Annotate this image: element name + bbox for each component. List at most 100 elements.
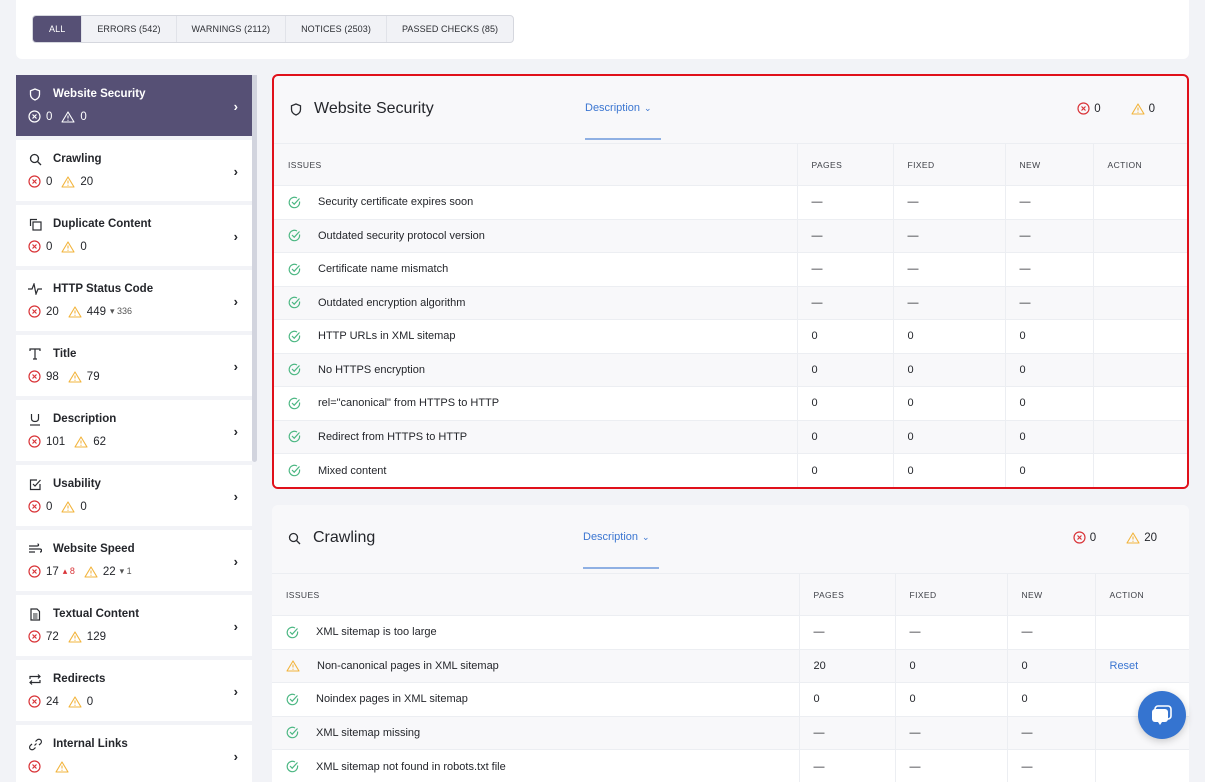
issue-row[interactable]: No HTTPS encryption 0 0 0	[274, 352, 1187, 387]
warning-count	[55, 760, 74, 773]
warning-delta: ▾ 1	[119, 566, 132, 576]
issue-label[interactable]: Outdated security protocol version	[318, 230, 485, 242]
filter-tab-errors[interactable]: ERRORS (542)	[81, 16, 175, 42]
issue-row[interactable]: Certificate name mismatch — — —	[274, 252, 1187, 286]
sidebar-item-duplicate-content[interactable]: Duplicate Content 0 0 ›	[16, 205, 252, 266]
duplicate-icon	[28, 217, 42, 231]
col-fixed[interactable]: FIXED	[892, 143, 1005, 186]
reset-link[interactable]: Reset	[1110, 660, 1139, 672]
issue-row[interactable]: Outdated security protocol version — — —	[274, 218, 1187, 253]
warning-count: 0	[1131, 102, 1155, 115]
warning-count: 0	[61, 240, 87, 253]
issue-row[interactable]: Outdated encryption algorithm — — —	[274, 285, 1187, 320]
issue-label[interactable]: Security certificate expires soon	[318, 196, 473, 208]
sidebar-scrollbar[interactable]	[252, 75, 257, 462]
crawling-panel: Crawling Description ⌄ 0 20 ISSUES PAGES …	[272, 505, 1189, 782]
description-tab[interactable]: Description ⌄	[585, 102, 661, 140]
col-pages[interactable]: PAGES	[798, 573, 895, 616]
error-icon	[1077, 102, 1090, 115]
filter-tab-warnings[interactable]: WARNINGS (2112)	[175, 16, 286, 42]
issue-row[interactable]: Redirect from HTTPS to HTTP 0 0 0	[274, 419, 1187, 454]
fixed-cell: —	[892, 285, 1005, 320]
pages-cell: —	[798, 615, 895, 649]
issue-row[interactable]: Non-canonical pages in XML sitemap 20 0 …	[272, 648, 1189, 683]
panel-header: Crawling Description ⌄ 0 20	[272, 505, 1189, 573]
panel-title: Website Security	[290, 100, 434, 118]
filter-tab-passed-checks[interactable]: PASSED CHECKS (85)	[385, 16, 513, 42]
pulse-icon	[28, 282, 42, 296]
sidebar-item-redirects[interactable]: Redirects 24 0 ›	[16, 660, 252, 721]
error-count: 101	[28, 435, 65, 448]
sidebar-item-usability[interactable]: Usability 0 0 ›	[16, 465, 252, 526]
description-tab[interactable]: Description ⌄	[583, 531, 659, 569]
warning-count: 0	[61, 501, 87, 513]
fixed-cell: 0	[894, 682, 1007, 716]
col-issues[interactable]: ISSUES	[274, 143, 797, 186]
new-cell: 0	[1006, 682, 1095, 716]
issue-label[interactable]: XML sitemap not found in robots.txt file	[316, 761, 506, 773]
issue-label[interactable]: Certificate name mismatch	[318, 263, 448, 275]
warning-icon	[61, 110, 75, 123]
issue-label[interactable]: Noindex pages in XML sitemap	[316, 693, 468, 705]
warning-icon	[61, 240, 75, 253]
chevron-right-icon: ›	[233, 619, 238, 634]
issue-row[interactable]: rel="canonical" from HTTPS to HTTP 0 0 0	[274, 386, 1187, 420]
sidebar-item-internal-links[interactable]: Internal Links ›	[16, 725, 252, 782]
issue-row[interactable]: Noindex pages in XML sitemap 0 0 0	[272, 682, 1189, 716]
sidebar-item-description[interactable]: Description 101 62 ›	[16, 400, 252, 461]
col-fixed[interactable]: FIXED	[894, 573, 1007, 616]
filter-tab-notices[interactable]: NOTICES (2503)	[285, 16, 386, 42]
col-new[interactable]: NEW	[1004, 143, 1093, 186]
warning-icon	[1126, 531, 1140, 544]
sidebar-item-label: Redirects	[53, 673, 106, 685]
issue-row[interactable]: XML sitemap not found in robots.txt file…	[272, 749, 1189, 782]
sidebar-item-counts: 101 62	[28, 435, 252, 448]
pages-cell: 0	[796, 419, 893, 454]
error-icon	[1073, 531, 1086, 544]
sidebar-item-website-speed[interactable]: Website Speed 17 ▴ 8 22 ▾ 1 ›	[16, 530, 252, 591]
issue-row[interactable]: Mixed content 0 0 0	[274, 453, 1187, 487]
sidebar-item-counts: 98 79	[28, 370, 252, 383]
issue-label[interactable]: Non-canonical pages in XML sitemap	[317, 660, 499, 672]
pages-cell: —	[798, 749, 895, 782]
error-icon	[28, 435, 41, 448]
issue-row[interactable]: XML sitemap missing — — —	[272, 715, 1189, 750]
issue-label[interactable]: Outdated encryption algorithm	[318, 297, 465, 309]
issue-label[interactable]: rel="canonical" from HTTPS to HTTP	[318, 397, 499, 409]
warning-count: 449 ▾ 336	[68, 306, 132, 318]
issue-label[interactable]: Redirect from HTTPS to HTTP	[318, 431, 467, 443]
filter-tab-all[interactable]: ALL	[33, 16, 82, 42]
issue-label[interactable]: Mixed content	[318, 465, 386, 477]
issue-cell: XML sitemap not found in robots.txt file	[272, 749, 799, 782]
error-icon	[28, 305, 41, 318]
table-header-row: ISSUES PAGES FIXED NEW ACTION	[272, 573, 1189, 616]
issue-row[interactable]: Security certificate expires soon — — —	[274, 185, 1187, 219]
sidebar-item-crawling[interactable]: Crawling 0 20 ›	[16, 140, 252, 201]
issue-label[interactable]: No HTTPS encryption	[318, 364, 425, 376]
sidebar-item-textual-content[interactable]: Textual Content 72 129 ›	[16, 595, 252, 656]
redirect-icon	[28, 672, 42, 686]
issue-row[interactable]: HTTP URLs in XML sitemap 0 0 0	[274, 319, 1187, 353]
chevron-right-icon: ›	[233, 554, 238, 569]
sidebar-item-title: Website Security	[28, 87, 252, 101]
pages-cell: 20	[798, 648, 895, 683]
sidebar-item-title: Title	[28, 347, 252, 361]
col-new[interactable]: NEW	[1006, 573, 1095, 616]
filter-card: ALL ERRORS (542) WARNINGS (2112) NOTICES…	[16, 0, 1189, 59]
error-count: 20	[28, 305, 59, 318]
issue-label[interactable]: XML sitemap is too large	[316, 626, 437, 638]
sidebar-item-title[interactable]: Title 98 79 ›	[16, 335, 252, 396]
panel-counts: 0 20	[1043, 531, 1157, 544]
sidebar-item-label: Description	[53, 413, 117, 425]
issue-label[interactable]: HTTP URLs in XML sitemap	[318, 330, 456, 342]
col-pages[interactable]: PAGES	[796, 143, 893, 186]
issue-label[interactable]: XML sitemap missing	[316, 727, 420, 739]
checkbox-icon	[28, 477, 42, 491]
sidebar-item-label: Crawling	[53, 153, 102, 165]
col-issues[interactable]: ISSUES	[272, 573, 799, 616]
col-action: ACTION	[1094, 573, 1189, 616]
issue-row[interactable]: XML sitemap is too large — — —	[272, 615, 1189, 649]
sidebar-item-http-status-code[interactable]: HTTP Status Code 20 449 ▾ 336 ›	[16, 270, 252, 331]
sidebar-item-website-security[interactable]: Website Security 0 0 ›	[16, 75, 252, 136]
chat-button[interactable]	[1138, 691, 1186, 739]
